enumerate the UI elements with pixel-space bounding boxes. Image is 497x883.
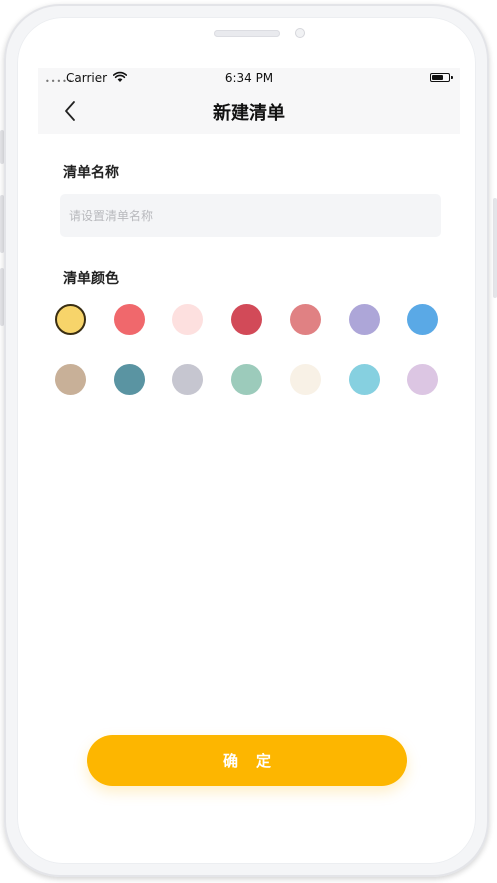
front-camera <box>295 28 305 38</box>
color-swatch[interactable] <box>231 364 262 395</box>
power-button <box>493 198 497 298</box>
color-swatch[interactable] <box>349 364 380 395</box>
color-swatch[interactable] <box>407 364 438 395</box>
color-swatch[interactable] <box>55 304 86 335</box>
list-color-label: 清单颜色 <box>63 271 119 287</box>
color-swatch[interactable] <box>114 304 145 335</box>
confirm-button[interactable]: 确定 <box>87 735 407 786</box>
status-time: 6:34 PM <box>224 71 274 85</box>
color-swatch[interactable] <box>290 364 321 395</box>
status-bar: ••••• Carrier 6:34 PM <box>38 68 460 88</box>
list-name-input[interactable] <box>60 194 441 237</box>
color-swatch[interactable] <box>55 364 86 395</box>
color-swatch[interactable] <box>114 364 145 395</box>
device-mockup: ••••• Carrier 6:34 PM 新建清单 清单名称 清单颜色 确定 <box>0 0 497 883</box>
color-swatch[interactable] <box>407 304 438 335</box>
color-swatch[interactable] <box>290 304 321 335</box>
color-swatch[interactable] <box>349 304 380 335</box>
color-picker <box>55 304 439 424</box>
page-title: 新建清单 <box>213 103 285 124</box>
speaker-grille <box>214 30 280 37</box>
color-swatch[interactable] <box>172 364 203 395</box>
battery-icon <box>430 73 453 82</box>
app-screen: ••••• Carrier 6:34 PM 新建清单 清单名称 清单颜色 确定 <box>38 68 460 828</box>
color-swatch[interactable] <box>172 304 203 335</box>
color-swatch-row <box>55 304 439 364</box>
color-swatch-row <box>55 364 439 424</box>
list-name-label: 清单名称 <box>63 165 119 181</box>
color-swatch[interactable] <box>231 304 262 335</box>
navigation-bar: 新建清单 <box>38 88 460 134</box>
